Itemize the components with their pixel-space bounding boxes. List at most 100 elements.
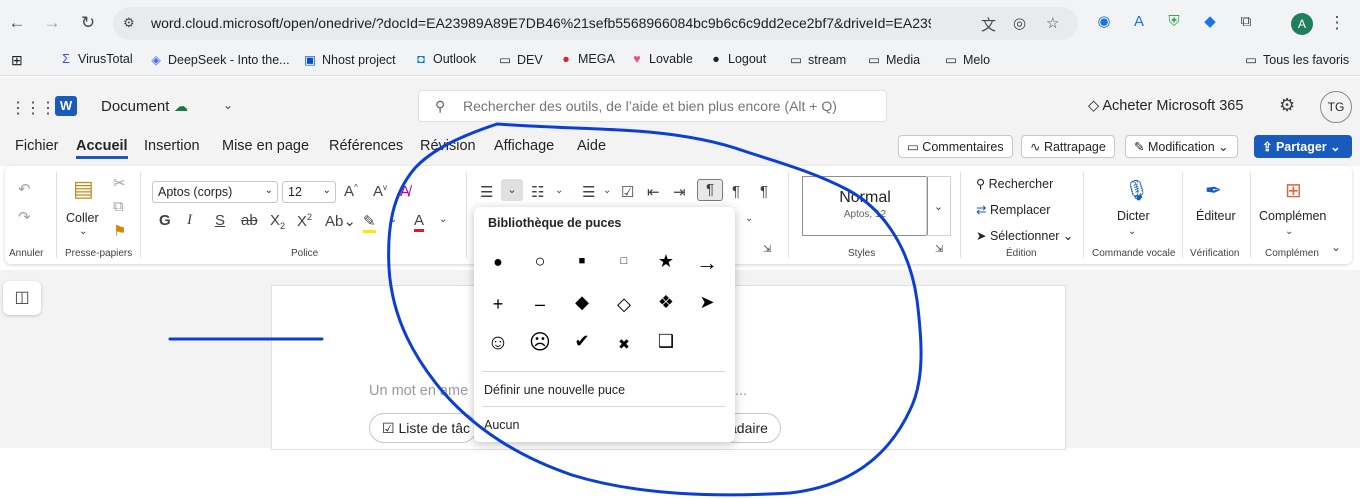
chevron-down-icon[interactable]: ⌄ <box>439 214 447 225</box>
task-list-pill[interactable]: ☑ Liste de tâc <box>369 413 477 443</box>
bullet-option-shadowed-box[interactable]: ❑ <box>652 327 680 355</box>
bookmark-deepseek[interactable]: ◈ DeepSeek - Into the... <box>148 52 289 67</box>
replace-button[interactable]: ⇄ Remplacer <box>976 202 1050 217</box>
chevron-down-icon[interactable]: ⌄ <box>1128 226 1136 237</box>
reload-icon[interactable]: ↻ <box>78 13 98 33</box>
word-logo-icon[interactable]: W <box>55 96 77 116</box>
extensions-puzzle-icon[interactable]: ⧉ <box>1236 12 1256 32</box>
find-button[interactable]: ⚲ Rechercher <box>976 176 1053 191</box>
search-input[interactable] <box>463 96 873 116</box>
font-size-select[interactable]: 12 ⌄ <box>282 181 336 203</box>
undo-icon[interactable]: ↶ <box>18 180 31 198</box>
translate-icon[interactable]: 文 <box>981 14 996 35</box>
buy-microsoft-365[interactable]: ◇ Acheter Microsoft 365 <box>1088 98 1243 114</box>
bookmark-logout[interactable]: ● Logout <box>708 52 766 66</box>
catchup-button[interactable]: ∿ Rattrapage <box>1021 135 1115 158</box>
bookmark-virustotal[interactable]: Σ VirusTotal <box>58 52 133 66</box>
italic-icon[interactable]: I <box>187 212 192 229</box>
bookmark-outlook[interactable]: ◘ Outlook <box>413 52 476 66</box>
bullet-option-arrow[interactable]: → <box>693 249 721 277</box>
star-icon[interactable]: ☆ <box>1046 14 1059 32</box>
bullet-option-filled-diamond[interactable]: ◆ <box>568 288 596 316</box>
ribbon-collapse-chevron-icon[interactable]: ⌄ <box>1331 240 1341 254</box>
bullet-option-checkmark[interactable]: ✔ <box>568 327 596 355</box>
chevron-down-icon[interactable]: ⌄ <box>223 98 233 112</box>
format-painter-icon[interactable]: ⚑ <box>113 222 126 240</box>
paste-clipboard-icon[interactable]: ▤ <box>73 176 94 202</box>
copy-icon[interactable]: ⧉ <box>113 198 124 215</box>
redo-icon[interactable]: ↷ <box>18 208 31 226</box>
navigation-pane-icon[interactable]: ◫ <box>3 281 41 315</box>
chevron-down-icon[interactable]: ⌄ <box>745 213 753 224</box>
chevron-down-icon[interactable]: ⌄ <box>555 185 563 196</box>
tab-mise-en-page[interactable]: Mise en page <box>222 138 309 154</box>
address-bar[interactable]: ⚙ word.cloud.microsoft/open/onedrive/?do… <box>113 7 1078 40</box>
rtl-paragraph-icon[interactable]: ¶ <box>732 183 740 200</box>
browser-menu-icon[interactable]: ⋮ <box>1327 13 1347 33</box>
font-name-select[interactable]: Aptos (corps) ⌄ <box>152 181 278 203</box>
bookmark-lovable[interactable]: ♥ Lovable <box>629 52 693 66</box>
share-button[interactable]: ⇪ Partager ⌄ <box>1254 135 1352 158</box>
bullet-option-arrowhead[interactable]: ➤ <box>693 288 721 316</box>
chevron-down-icon[interactable]: ⌄ <box>1285 226 1293 237</box>
style-normal[interactable]: Normal Aptos, 12 <box>802 176 928 236</box>
draft-prompt-text[interactable]: Un mot en ame <box>369 383 468 399</box>
bullet-option-x-mark[interactable]: ✖ <box>610 330 638 358</box>
cloud-saved-icon[interactable]: ☁ <box>174 98 188 115</box>
bullet-option-four-diamonds[interactable]: ❖ <box>652 288 680 316</box>
chevron-down-icon[interactable]: ⌄ <box>389 214 397 225</box>
styles-launcher-icon[interactable]: ⇲ <box>935 244 943 255</box>
ltr-paragraph-icon[interactable]: ¶ <box>697 179 723 201</box>
paste-button[interactable]: Coller <box>66 211 99 225</box>
tab-revision[interactable]: Révision <box>420 138 476 154</box>
bullet-option-hollow-square[interactable]: □ <box>610 247 638 275</box>
show-formatting-icon[interactable]: ¶ <box>760 183 768 200</box>
extension-shield-icon[interactable]: ⛨ <box>1164 12 1184 32</box>
bookmark-dev[interactable]: ▭ DEV <box>497 52 543 67</box>
bookmark-media[interactable]: ▭ Media <box>866 52 920 67</box>
change-case-icon[interactable]: Ab⌄ <box>325 212 356 230</box>
decrease-indent-icon[interactable]: ⇤ <box>647 183 660 201</box>
select-button[interactable]: ➤ Sélectionner ⌄ <box>976 228 1073 243</box>
bullet-option-filled-square[interactable]: ■ <box>568 247 596 275</box>
subscript-icon[interactable]: X2 <box>270 212 285 231</box>
tab-accueil[interactable]: Accueil <box>76 138 128 159</box>
tab-references[interactable]: Références <box>329 138 403 154</box>
extension-translate-icon[interactable]: A <box>1129 12 1149 32</box>
url-text[interactable]: word.cloud.microsoft/open/onedrive/?docI… <box>151 15 931 31</box>
search-box[interactable]: ⚲ <box>418 90 887 122</box>
forward-icon[interactable]: → <box>42 13 62 33</box>
extension-drop-icon[interactable]: ◆ <box>1200 12 1220 32</box>
bullets-dropdown-chevron-icon[interactable]: ⌄ <box>501 179 523 201</box>
bookmark-nhost[interactable]: ▣ Nhost project <box>302 52 396 67</box>
shrink-font-icon[interactable]: Av <box>373 183 387 200</box>
define-new-bullet[interactable]: Définir une nouvelle puce <box>484 383 625 397</box>
editing-mode-button[interactable]: ✎ Modification ⌄ <box>1125 135 1238 158</box>
increase-indent-icon[interactable]: ⇥ <box>673 183 686 201</box>
bullet-option-star[interactable]: ★ <box>652 247 680 275</box>
grow-font-icon[interactable]: A^ <box>344 183 358 200</box>
document-title[interactable]: Document <box>101 98 169 115</box>
checklist-icon[interactable]: ☑ <box>621 183 634 201</box>
bullet-option-smiley[interactable]: ☺ <box>484 329 512 357</box>
addins-grid-icon[interactable]: ⊞ <box>1285 178 1302 203</box>
bookmark-mega[interactable]: ● MEGA <box>558 52 615 66</box>
highlight-icon[interactable]: ✎ <box>363 212 376 233</box>
editor-pen-icon[interactable]: ✒ <box>1205 178 1222 203</box>
tab-fichier[interactable]: Fichier <box>15 138 59 154</box>
microphone-icon[interactable]: 🎙 <box>1124 178 1149 203</box>
bullet-option-filled-circle[interactable]: ● <box>484 249 512 277</box>
bullets-icon[interactable]: ☰ <box>480 183 493 201</box>
clear-formatting-icon[interactable]: A̸ <box>400 183 410 200</box>
paragraph-launcher-icon[interactable]: ⇲ <box>763 244 771 255</box>
superscript-icon[interactable]: X2 <box>297 212 312 230</box>
bullet-option-plus[interactable]: + <box>484 290 512 318</box>
eye-off-icon[interactable]: ◎ <box>1013 14 1026 32</box>
site-info-icon[interactable]: ⚙ <box>123 15 135 31</box>
tab-affichage[interactable]: Affichage <box>494 138 554 154</box>
editor-button[interactable]: Éditeur <box>1196 209 1236 223</box>
styles-more-chevron-icon[interactable]: ⌄ <box>926 176 951 236</box>
extension-globe-icon[interactable]: ◉ <box>1094 12 1114 32</box>
all-bookmarks[interactable]: ▭ Tous les favoris <box>1243 52 1349 67</box>
bold-icon[interactable]: G <box>159 212 171 229</box>
